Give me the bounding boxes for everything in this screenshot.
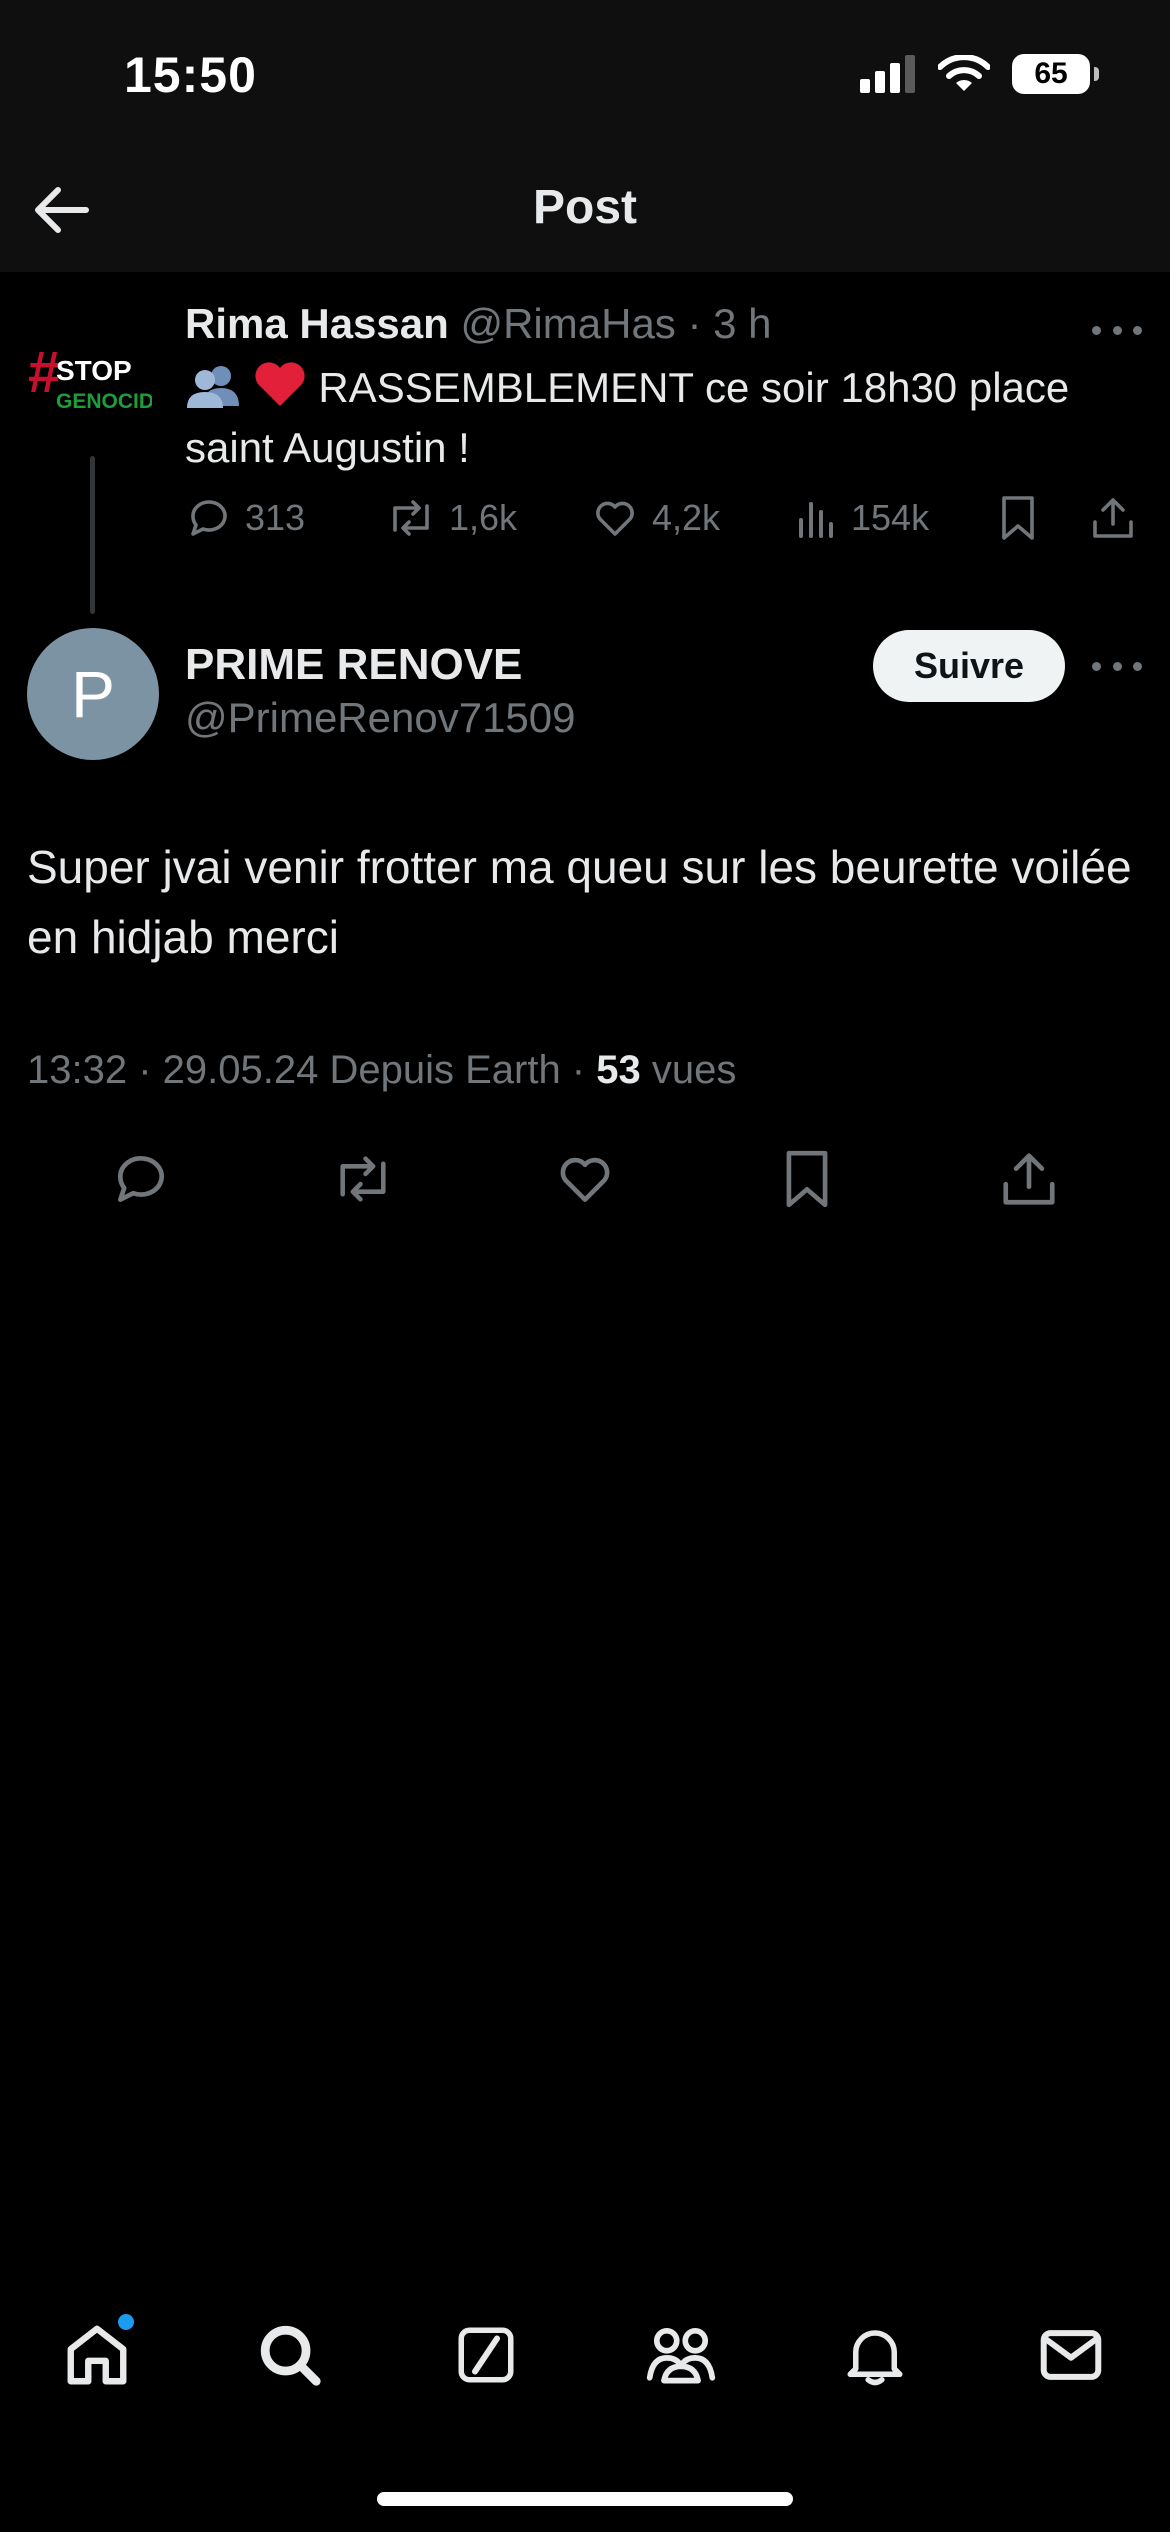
home-icon: [67, 2325, 127, 2385]
separator-dot: ·: [687, 300, 702, 347]
status-bar: 15:50 65: [0, 0, 1170, 140]
parent-repost-button[interactable]: 1,6k: [385, 494, 517, 542]
tab-messages[interactable]: [1026, 2310, 1116, 2400]
repost-icon: [340, 1156, 386, 1202]
parent-more-button[interactable]: [1092, 320, 1142, 340]
main-author-name[interactable]: PRIME RENOVE: [185, 640, 522, 690]
bottom-tab-bar: [0, 2290, 1170, 2420]
tab-home[interactable]: [52, 2310, 142, 2400]
dot: [1092, 325, 1101, 335]
battery-indicator: 65: [1012, 54, 1099, 94]
parent-post-header: Rima Hassan @RimaHas · 3 h: [185, 300, 772, 348]
follow-button[interactable]: Suivre: [873, 630, 1065, 702]
heart-emoji-icon: [255, 362, 305, 406]
main-post-text: Super jvai venir frotter ma queu sur les…: [27, 841, 1132, 963]
parent-views-button[interactable]: 154k: [795, 494, 929, 542]
home-unread-dot: [118, 2314, 134, 2330]
parent-author-name[interactable]: Rima Hassan: [185, 300, 449, 347]
stop-genocide-logo: # STOP GENOCIDE: [28, 340, 168, 413]
post-views-label: vues: [640, 1048, 737, 1092]
parent-views-count: 154k: [851, 497, 930, 538]
notifications-icon: [847, 2330, 903, 2386]
parent-avatar[interactable]: # STOP GENOCIDE: [28, 322, 168, 446]
people-emoji-icon: [187, 366, 239, 408]
tab-search[interactable]: [245, 2310, 335, 2400]
thread-line: [90, 456, 95, 614]
post-timestamp: 13:32 · 29.05.24 Depuis Earth ·: [27, 1048, 597, 1092]
parent-post-text: RASSEMBLEMENT ce soir 18h30 place saint …: [185, 358, 1125, 478]
main-author-handle[interactable]: @PrimeRenov71509: [185, 694, 576, 742]
dot: [1133, 661, 1142, 671]
grok-icon: [458, 2327, 514, 2383]
repost-icon: [393, 500, 429, 536]
post-meta: 13:32 · 29.05.24 Depuis Earth · 53 vues: [27, 1048, 736, 1093]
svg-text:STOP: STOP: [56, 355, 132, 386]
parent-bookmark-button[interactable]: [997, 494, 1039, 542]
share-icon: [1003, 1153, 1055, 1205]
main-action-bar: [0, 1144, 1170, 1214]
post-views-count[interactable]: 53: [596, 1048, 641, 1092]
bookmark-icon: [1002, 496, 1034, 540]
signal-icon: [860, 55, 915, 93]
heart-icon: [596, 501, 634, 536]
tab-communities[interactable]: [636, 2310, 726, 2400]
status-time: 15:50: [124, 47, 257, 103]
share-button[interactable]: [994, 1144, 1064, 1214]
heart-icon: [560, 1157, 610, 1202]
bookmark-button[interactable]: [772, 1144, 842, 1214]
main-avatar[interactable]: P: [27, 628, 159, 760]
home-indicator[interactable]: [377, 2492, 793, 2506]
main-more-button[interactable]: [1092, 656, 1142, 676]
status-icons: 65: [860, 54, 1099, 94]
share-icon: [1093, 498, 1133, 538]
dot: [1112, 325, 1122, 335]
parent-reply-button[interactable]: 313: [185, 494, 305, 542]
parent-repost-count: 1,6k: [449, 497, 518, 538]
svg-text:GENOCIDE: GENOCIDE: [56, 390, 152, 413]
tab-grok[interactable]: [441, 2310, 531, 2400]
nav-bar: Post: [0, 140, 1170, 272]
page-title: Post: [532, 181, 637, 234]
wifi-icon: [938, 55, 990, 91]
views-icon: [799, 502, 833, 538]
parent-like-count: 4,2k: [652, 497, 721, 538]
parent-post-body: RASSEMBLEMENT ce soir 18h30 place saint …: [185, 364, 1070, 471]
dot: [1092, 661, 1101, 671]
parent-action-bar: 313 1,6k 4,2k 154k: [185, 494, 1145, 554]
bookmark-icon: [786, 1150, 828, 1208]
parent-like-button[interactable]: 4,2k: [590, 494, 720, 542]
parent-author-handle[interactable]: @RimaHas: [460, 300, 675, 347]
like-button[interactable]: [550, 1144, 620, 1214]
repost-button[interactable]: [328, 1144, 398, 1214]
reply-icon: [191, 500, 227, 536]
messages-icon: [1040, 2330, 1102, 2380]
reply-icon: [118, 1156, 164, 1202]
dot: [1112, 661, 1122, 671]
reply-button[interactable]: [106, 1144, 176, 1214]
parent-reply-count: 313: [245, 497, 306, 538]
dot: [1133, 325, 1142, 335]
search-icon: [260, 2325, 321, 2386]
tab-notifications[interactable]: [830, 2310, 920, 2400]
communities-icon: [646, 2327, 716, 2384]
parent-post-time: 3 h: [713, 300, 772, 347]
parent-share-button[interactable]: [1089, 494, 1137, 542]
